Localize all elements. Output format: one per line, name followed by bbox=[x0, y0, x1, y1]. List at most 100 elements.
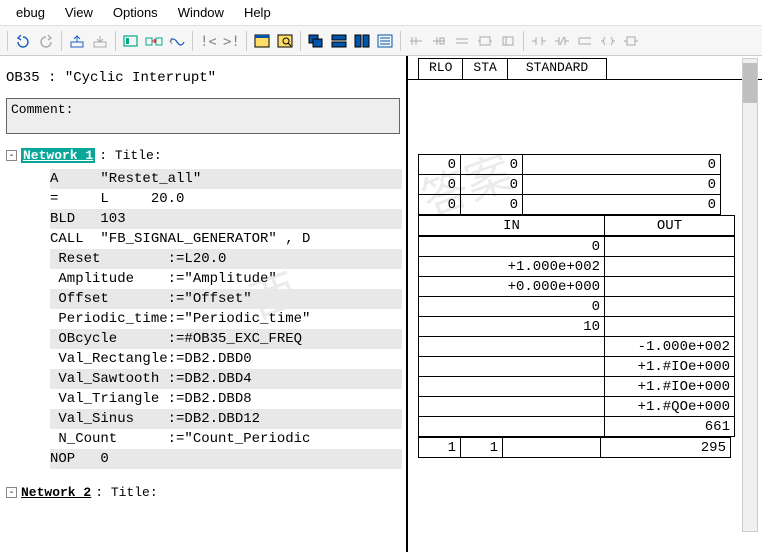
code-line[interactable]: NOP 0 bbox=[50, 449, 402, 469]
code-line[interactable]: N_Count :="Count_Periodic bbox=[50, 429, 402, 449]
code-listing[interactable]: A "Restet_all"= L 20.0BLD 103CALL "FB_SI… bbox=[50, 169, 402, 469]
bottom-cell: 1 bbox=[419, 438, 461, 458]
network5-icon[interactable] bbox=[497, 30, 519, 52]
io-cell bbox=[419, 377, 605, 397]
vertical-scrollbar[interactable] bbox=[742, 58, 758, 532]
code-line[interactable]: CALL "FB_SIGNAL_GENERATOR" , D bbox=[50, 229, 402, 249]
right-exclaim-icon[interactable]: >! bbox=[220, 30, 242, 52]
code-line[interactable]: = L 20.0 bbox=[50, 189, 402, 209]
find-window-icon[interactable] bbox=[274, 30, 296, 52]
comment-box[interactable]: Comment: bbox=[6, 98, 400, 134]
tile-h-icon[interactable] bbox=[328, 30, 350, 52]
monitor-icon[interactable] bbox=[166, 30, 188, 52]
io-cell bbox=[419, 357, 605, 377]
code-line[interactable]: Val_Rectangle:=DB2.DBD0 bbox=[50, 349, 402, 369]
io-cell bbox=[605, 237, 735, 257]
io-cell: 10 bbox=[419, 317, 605, 337]
coil-icon[interactable] bbox=[597, 30, 619, 52]
contact-close-icon[interactable] bbox=[551, 30, 573, 52]
network2-icon[interactable] bbox=[428, 30, 450, 52]
separator bbox=[61, 31, 62, 51]
collapse-toggle-icon[interactable]: - bbox=[6, 150, 17, 161]
ob-name: OB35 bbox=[6, 70, 40, 86]
menu-options[interactable]: Options bbox=[105, 3, 166, 22]
tile-v-icon[interactable] bbox=[351, 30, 373, 52]
left-exclaim-icon[interactable]: !< bbox=[197, 30, 219, 52]
separator bbox=[192, 31, 193, 51]
next-icon[interactable] bbox=[143, 30, 165, 52]
branch-icon[interactable] bbox=[574, 30, 596, 52]
tab-standard[interactable]: STANDARD bbox=[507, 58, 607, 79]
separator bbox=[246, 31, 247, 51]
status-cell: 0 bbox=[461, 175, 523, 195]
list-icon[interactable] bbox=[374, 30, 396, 52]
ob-title: OB35 : "Cyclic Interrupt" bbox=[4, 64, 402, 96]
separator bbox=[300, 31, 301, 51]
io-cell: -1.000e+002 bbox=[605, 337, 735, 357]
code-line[interactable]: Periodic_time:="Periodic_time" bbox=[50, 309, 402, 329]
io-cell: +1.#QOe+000 bbox=[605, 397, 735, 417]
code-line[interactable]: Val_Sawtooth :=DB2.DBD4 bbox=[50, 369, 402, 389]
redo-icon[interactable] bbox=[35, 30, 57, 52]
io-cell bbox=[605, 297, 735, 317]
io-cell bbox=[605, 277, 735, 297]
code-line[interactable]: Amplitude :="Amplitude" bbox=[50, 269, 402, 289]
menu-debug[interactable]: ebug bbox=[8, 3, 53, 22]
menu-help[interactable]: Help bbox=[236, 3, 279, 22]
box-icon[interactable] bbox=[620, 30, 642, 52]
ob-desc: "Cyclic Interrupt" bbox=[65, 70, 216, 86]
status-cell: 0 bbox=[419, 155, 461, 175]
code-line[interactable]: A "Restet_all" bbox=[50, 169, 402, 189]
status-cell: 0 bbox=[461, 155, 523, 175]
status-cell: 0 bbox=[523, 195, 721, 215]
io-cell: +0.000e+000 bbox=[419, 277, 605, 297]
code-pane: OB35 : "Cyclic Interrupt" Comment: - Net… bbox=[0, 56, 408, 552]
code-line[interactable]: Reset :=L20.0 bbox=[50, 249, 402, 269]
scrollbar-thumb[interactable] bbox=[743, 63, 757, 103]
code-line[interactable]: OBcycle :=#OB35_EXC_FREQ bbox=[50, 329, 402, 349]
bottom-cell: 1 bbox=[461, 438, 503, 458]
svg-text:!<: !< bbox=[200, 34, 216, 48]
undo-icon[interactable] bbox=[12, 30, 34, 52]
bracket-icon[interactable] bbox=[120, 30, 142, 52]
io-cell bbox=[419, 417, 605, 437]
tab-sta[interactable]: STA bbox=[462, 58, 507, 79]
network4-icon[interactable] bbox=[474, 30, 496, 52]
status-cell: 0 bbox=[461, 195, 523, 215]
status-tabs: RLO STA STANDARD bbox=[408, 58, 762, 80]
status-cell: 0 bbox=[419, 175, 461, 195]
value-table: 000000000 IN OUT 0+1.000e+002+0.000e+000… bbox=[418, 154, 762, 458]
io-cell bbox=[419, 337, 605, 357]
main-area: OB35 : "Cyclic Interrupt" Comment: - Net… bbox=[0, 56, 762, 552]
status-pane: RLO STA STANDARD 000000000 IN OUT 0+1.00… bbox=[408, 56, 762, 552]
cascade-icon[interactable] bbox=[305, 30, 327, 52]
bottom-status-table: 1 1 295 bbox=[418, 437, 731, 458]
io-values-table: 0+1.000e+002+0.000e+000010-1.000e+002+1.… bbox=[418, 236, 735, 437]
code-line[interactable]: Val_Sinus :=DB2.DBD12 bbox=[50, 409, 402, 429]
io-cell: 0 bbox=[419, 237, 605, 257]
collapse-toggle-icon[interactable]: - bbox=[6, 487, 17, 498]
io-cell: 661 bbox=[605, 417, 735, 437]
code-line[interactable]: Val_Triangle :=DB2.DBD8 bbox=[50, 389, 402, 409]
separator bbox=[7, 31, 8, 51]
in-header: IN bbox=[419, 216, 605, 236]
code-line[interactable]: BLD 103 bbox=[50, 209, 402, 229]
code-line[interactable]: Offset :="Offset" bbox=[50, 289, 402, 309]
network-1-title: : Title: bbox=[99, 148, 161, 163]
bottom-cell bbox=[503, 438, 601, 458]
menu-window[interactable]: Window bbox=[170, 3, 232, 22]
io-cell bbox=[605, 317, 735, 337]
menu-view[interactable]: View bbox=[57, 3, 101, 22]
comment-label: Comment: bbox=[11, 102, 73, 117]
network-1-label[interactable]: Network 1 bbox=[21, 148, 95, 163]
network3-icon[interactable] bbox=[451, 30, 473, 52]
network-2-label[interactable]: Network 2 bbox=[21, 485, 91, 500]
network-icon[interactable] bbox=[405, 30, 427, 52]
io-header-table: IN OUT bbox=[418, 215, 735, 236]
tab-rlo[interactable]: RLO bbox=[418, 58, 463, 79]
download-icon[interactable] bbox=[89, 30, 111, 52]
window-icon[interactable] bbox=[251, 30, 273, 52]
upload-icon[interactable] bbox=[66, 30, 88, 52]
top-status-table: 000000000 bbox=[418, 154, 721, 215]
contact-open-icon[interactable] bbox=[528, 30, 550, 52]
